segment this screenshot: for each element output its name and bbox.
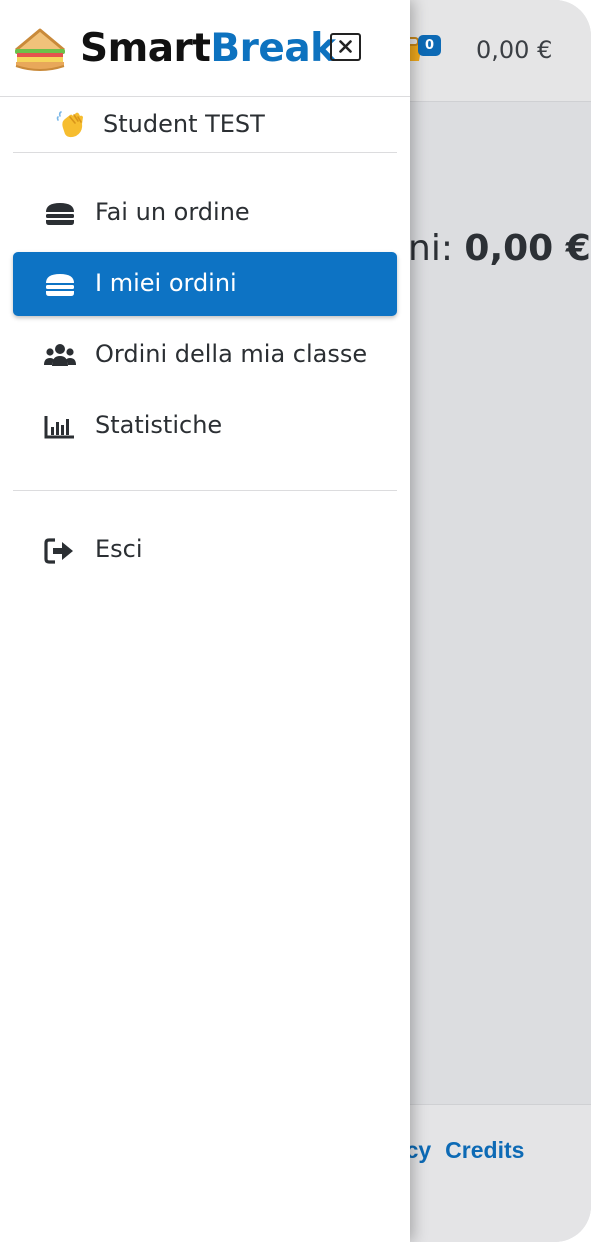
cart-count-badge: 0 xyxy=(418,35,441,56)
close-drawer-button[interactable] xyxy=(330,33,361,61)
burger-icon xyxy=(46,274,74,296)
orders-total-value: 0,00 € xyxy=(464,228,591,269)
waving-hand-icon xyxy=(56,111,83,138)
nav-label: Fai un ordine xyxy=(95,198,250,226)
logout-label: Esci xyxy=(95,535,143,563)
nav-item-fai-un-ordine[interactable]: Fai un ordine xyxy=(13,181,397,245)
divider xyxy=(13,490,397,491)
sandwich-logo-icon xyxy=(15,28,65,71)
orders-total: ni: 0,00 € xyxy=(408,228,591,269)
orders-total-label: ni: xyxy=(408,228,465,269)
users-icon xyxy=(44,344,76,366)
burger-icon xyxy=(46,203,74,225)
nav-label: Statistiche xyxy=(95,411,223,439)
divider xyxy=(13,152,397,153)
balance-value: 0,00 € xyxy=(476,36,553,64)
chart-bar-icon xyxy=(44,416,74,439)
sidebar-drawer: SmartBreak Student TEST Fai un ordine I … xyxy=(0,0,410,1242)
nav-label: I miei ordini xyxy=(95,269,237,297)
nav-item-statistiche[interactable]: Statistiche xyxy=(13,394,397,458)
sign-out-icon xyxy=(44,538,73,564)
logout-button[interactable]: Esci xyxy=(13,518,397,582)
app-title: SmartBreak xyxy=(80,26,336,71)
nav-item-ordini-della-mia-classe[interactable]: Ordini della mia classe xyxy=(13,323,397,387)
brand-smart: Smart xyxy=(80,26,211,71)
close-icon xyxy=(339,40,352,53)
drawer-header: SmartBreak xyxy=(0,0,410,97)
brand-break: Break xyxy=(210,26,336,71)
credits-link[interactable]: Credits xyxy=(445,1137,524,1163)
nav-item-i-miei-ordini[interactable]: I miei ordini xyxy=(13,252,397,316)
user-name: Student TEST xyxy=(103,110,265,138)
nav-label: Ordini della mia classe xyxy=(95,340,368,368)
